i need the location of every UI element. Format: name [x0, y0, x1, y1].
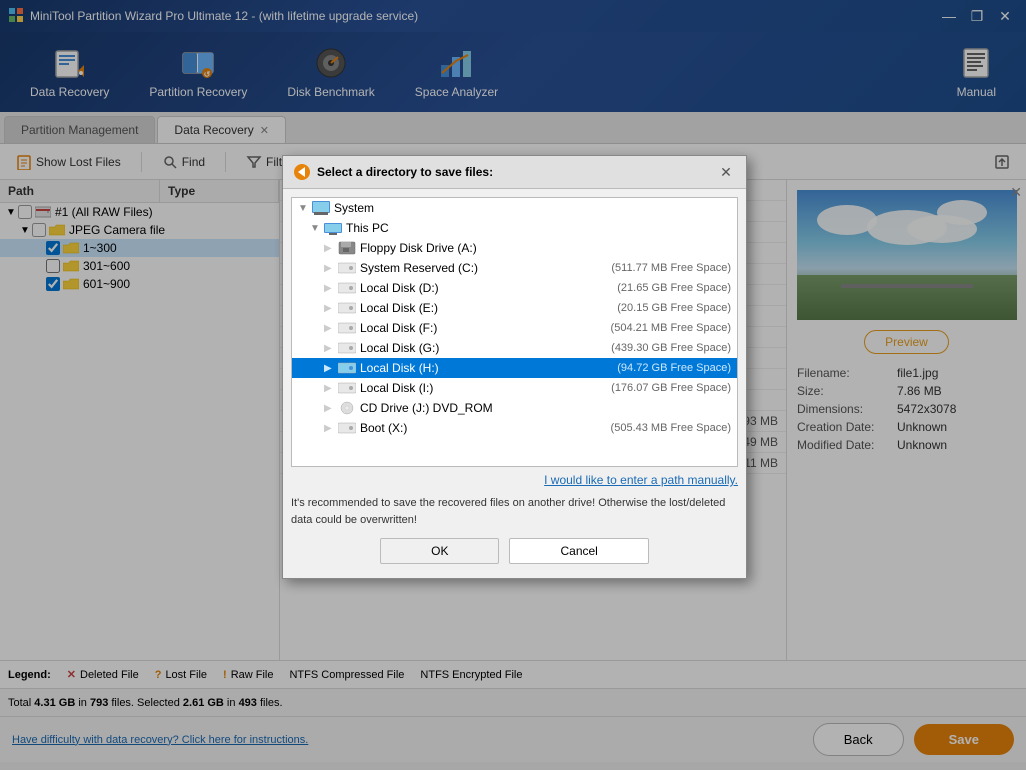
dialog-title-icon: [293, 163, 311, 181]
floppy-icon: [338, 241, 356, 255]
drive-x-icon: [338, 421, 356, 435]
folder-space: (21.65 GB Free Space): [617, 282, 731, 294]
folder-space: (176.07 GB Free Space): [611, 382, 731, 394]
expand-icon[interactable]: ▶: [324, 403, 338, 414]
folder-row-e[interactable]: ▶ Local Disk (E:) (20.15 GB Free Space): [292, 298, 737, 318]
folder-name: Local Disk (F:): [360, 321, 611, 335]
folder-row-this-pc[interactable]: ▼ This PC: [292, 218, 737, 238]
folder-name: This PC: [346, 221, 731, 235]
drive-d-icon: [338, 281, 356, 295]
this-pc-icon: [324, 221, 342, 235]
warning-text: It's recommended to save the recovered f…: [291, 495, 738, 528]
folder-name: Floppy Disk Drive (A:): [360, 241, 731, 255]
manual-path-link[interactable]: I would like to enter a path manually.: [291, 473, 738, 487]
folder-space: (505.43 MB Free Space): [611, 422, 731, 434]
folder-row-h[interactable]: ▶ Local Disk (H:) (94.72 GB Free Space): [292, 358, 737, 378]
folder-name: Local Disk (I:): [360, 381, 611, 395]
dialog-close-button[interactable]: ✕: [716, 162, 736, 182]
drive-i-icon: [338, 381, 356, 395]
folder-row-floppy[interactable]: ▶ Floppy Disk Drive (A:): [292, 238, 737, 258]
drive-e-icon: [338, 301, 356, 315]
expand-icon[interactable]: ▶: [324, 263, 338, 274]
save-directory-dialog: Select a directory to save files: ✕ ▼ Sy…: [282, 155, 747, 579]
folder-name: Local Disk (D:): [360, 281, 617, 295]
drive-g-icon: [338, 341, 356, 355]
expand-icon[interactable]: ▶: [324, 243, 338, 254]
system-icon: [312, 201, 330, 215]
folder-row-i[interactable]: ▶ Local Disk (I:) (176.07 GB Free Space): [292, 378, 737, 398]
folder-space: (439.30 GB Free Space): [611, 342, 731, 354]
dialog-title-label: Select a directory to save files:: [317, 165, 493, 179]
folder-space: (504.21 MB Free Space): [611, 322, 731, 334]
expand-icon[interactable]: ▼: [298, 203, 312, 214]
dialog-body: ▼ System ▼ This PC ▶: [283, 189, 746, 578]
folder-row-c[interactable]: ▶ System Reserved (C:) (511.77 MB Free S…: [292, 258, 737, 278]
folder-space: (20.15 GB Free Space): [617, 302, 731, 314]
folder-name: Local Disk (H:): [360, 361, 617, 375]
folder-row-system[interactable]: ▼ System: [292, 198, 737, 218]
expand-icon[interactable]: ▶: [324, 383, 338, 394]
dialog-titlebar: Select a directory to save files: ✕: [283, 156, 746, 189]
folder-name: Boot (X:): [360, 421, 611, 435]
dialog-cancel-button[interactable]: Cancel: [509, 538, 648, 564]
expand-icon[interactable]: ▶: [324, 303, 338, 314]
folder-name: Local Disk (E:): [360, 301, 617, 315]
drive-f-icon: [338, 321, 356, 335]
dialog-buttons: OK Cancel: [291, 538, 738, 570]
expand-icon[interactable]: ▶: [324, 363, 338, 374]
drive-h-icon: [338, 361, 356, 375]
drive-c-icon: [338, 261, 356, 275]
dialog-title: Select a directory to save files:: [293, 163, 493, 181]
expand-icon[interactable]: ▶: [324, 343, 338, 354]
cd-icon: [338, 401, 356, 415]
folder-row-j[interactable]: ▶ CD Drive (J:) DVD_ROM: [292, 398, 737, 418]
folder-row-g[interactable]: ▶ Local Disk (G:) (439.30 GB Free Space): [292, 338, 737, 358]
expand-icon[interactable]: ▼: [310, 223, 324, 234]
dialog-ok-button[interactable]: OK: [380, 538, 499, 564]
folder-space: (511.77 MB Free Space): [611, 262, 731, 274]
folder-row-f[interactable]: ▶ Local Disk (F:) (504.21 MB Free Space): [292, 318, 737, 338]
folder-name: CD Drive (J:) DVD_ROM: [360, 401, 731, 415]
folder-row-x[interactable]: ▶ Boot (X:) (505.43 MB Free Space): [292, 418, 737, 438]
expand-icon[interactable]: ▶: [324, 283, 338, 294]
expand-icon[interactable]: ▶: [324, 423, 338, 434]
folder-row-d[interactable]: ▶ Local Disk (D:) (21.65 GB Free Space): [292, 278, 737, 298]
expand-icon[interactable]: ▶: [324, 323, 338, 334]
folder-name: System: [334, 201, 731, 215]
folder-tree[interactable]: ▼ System ▼ This PC ▶: [291, 197, 738, 467]
folder-space: (94.72 GB Free Space): [617, 362, 731, 374]
folder-name: System Reserved (C:): [360, 261, 611, 275]
folder-name: Local Disk (G:): [360, 341, 611, 355]
